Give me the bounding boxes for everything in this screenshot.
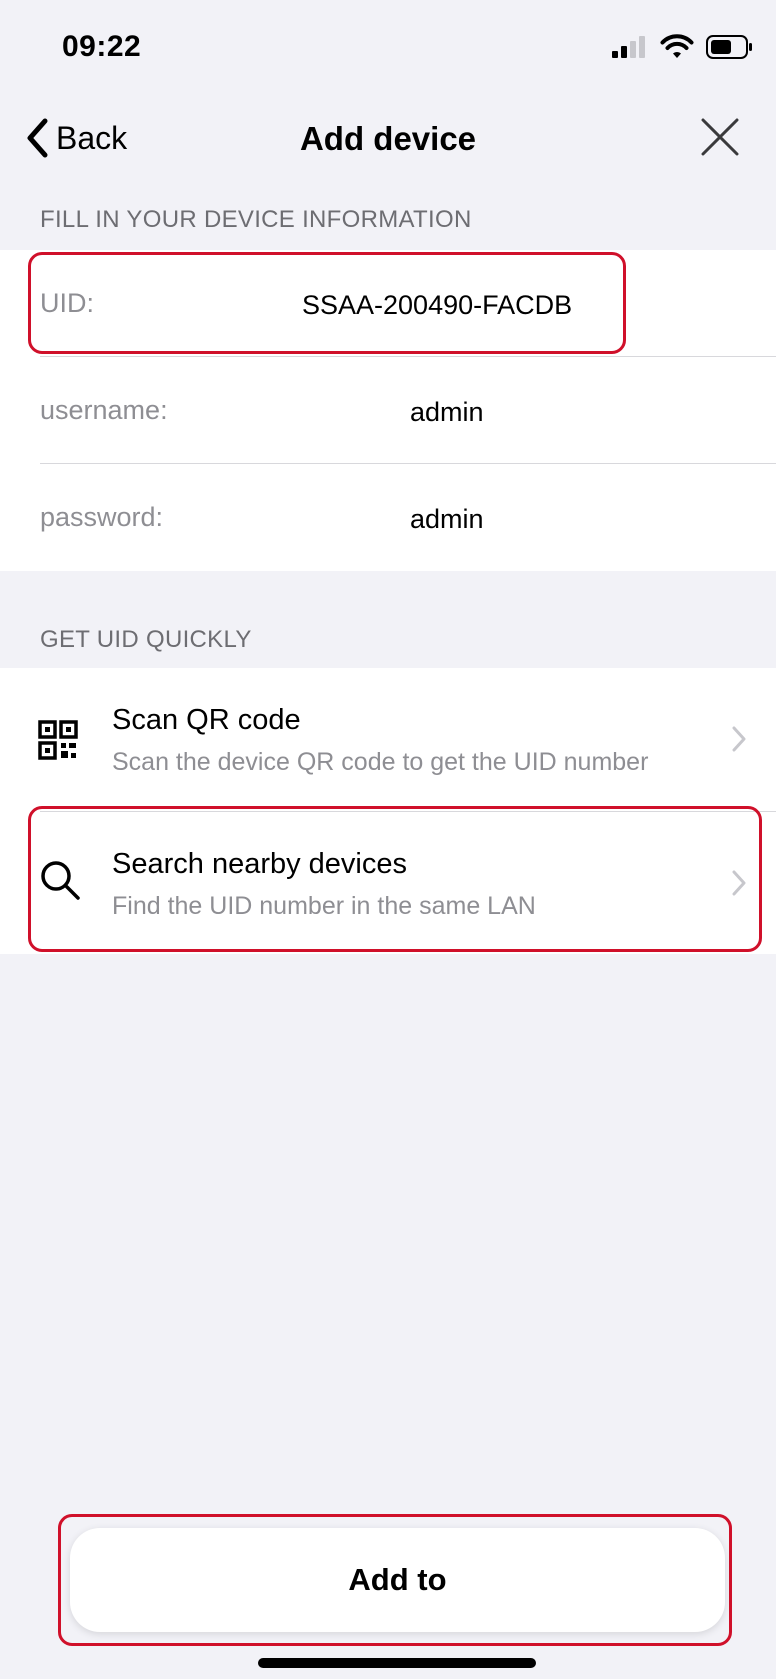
quick-uid-header: GET UID QUICKLY — [40, 626, 252, 653]
qr-code-icon — [38, 720, 78, 760]
username-label: username: — [40, 394, 168, 425]
close-icon — [701, 118, 739, 156]
scan-qr-title: Scan QR code — [112, 704, 301, 736]
uid-highlight-box — [28, 252, 626, 354]
wifi-icon — [660, 34, 694, 58]
cellular-signal-icon — [612, 36, 645, 58]
add-to-button[interactable]: Add to — [70, 1528, 725, 1632]
scan-qr-subtitle: Scan the device QR code to get the UID n… — [112, 748, 649, 776]
scan-qr-item[interactable]: Scan QR code Scan the device QR code to … — [0, 668, 776, 808]
page-title: Add device — [299, 120, 477, 157]
status-icons — [612, 34, 754, 60]
password-label: password: — [40, 501, 164, 532]
search-highlight-box — [28, 806, 762, 952]
username-field[interactable]: admin — [410, 397, 484, 428]
status-time: 09:22 — [62, 30, 142, 63]
password-field[interactable]: admin — [410, 504, 484, 535]
username-row[interactable]: username: — [40, 357, 776, 463]
password-row[interactable]: password: — [40, 464, 776, 570]
device-info-header: FILL IN YOUR DEVICE INFORMATION — [40, 206, 472, 233]
home-indicator — [258, 1658, 536, 1668]
battery-icon — [706, 35, 752, 59]
chevron-right-icon — [732, 726, 746, 752]
close-button[interactable] — [700, 117, 740, 162]
